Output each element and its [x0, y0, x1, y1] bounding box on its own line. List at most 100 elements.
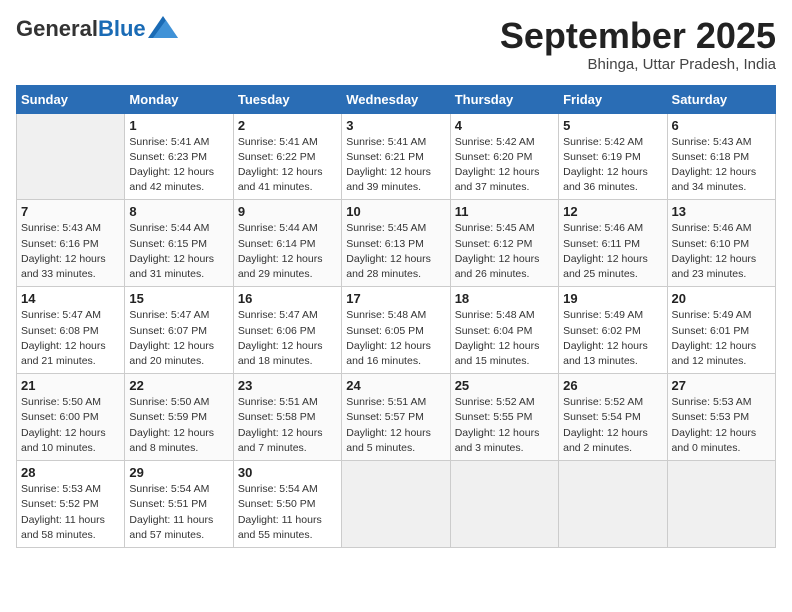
day-detail: Sunrise: 5:46 AM Sunset: 6:10 PM Dayligh…: [672, 221, 771, 282]
day-number: 25: [455, 378, 554, 393]
day-detail: Sunrise: 5:41 AM Sunset: 6:23 PM Dayligh…: [129, 135, 228, 196]
day-number: 22: [129, 378, 228, 393]
day-number: 1: [129, 118, 228, 133]
calendar-week-1: 1 Sunrise: 5:41 AM Sunset: 6:23 PM Daylig…: [17, 113, 776, 200]
day-detail: Sunrise: 5:53 AM Sunset: 5:52 PM Dayligh…: [21, 482, 120, 543]
calendar-cell: 19 Sunrise: 5:49 AM Sunset: 6:02 PM Dayli…: [559, 287, 667, 374]
calendar-week-5: 28 Sunrise: 5:53 AM Sunset: 5:52 PM Dayli…: [17, 461, 776, 548]
weekday-header-wednesday: Wednesday: [342, 85, 450, 113]
logo-icon: [148, 16, 178, 38]
calendar-cell: 25 Sunrise: 5:52 AM Sunset: 5:55 PM Dayli…: [450, 374, 558, 461]
calendar-cell: [559, 461, 667, 548]
calendar-cell: [450, 461, 558, 548]
calendar-cell: 30 Sunrise: 5:54 AM Sunset: 5:50 PM Dayli…: [233, 461, 341, 548]
calendar-cell: 22 Sunrise: 5:50 AM Sunset: 5:59 PM Dayli…: [125, 374, 233, 461]
calendar-cell: 4Sunrise: 5:42 AM Sunset: 6:20 PM Daylig…: [450, 113, 558, 200]
day-number: 30: [238, 465, 337, 480]
calendar-week-4: 21Sunrise: 5:50 AM Sunset: 6:00 PM Dayli…: [17, 374, 776, 461]
day-detail: Sunrise: 5:41 AM Sunset: 6:22 PM Dayligh…: [238, 135, 337, 196]
day-number: 18: [455, 291, 554, 306]
logo-general: General: [16, 16, 98, 42]
calendar-cell: 29 Sunrise: 5:54 AM Sunset: 5:51 PM Dayli…: [125, 461, 233, 548]
day-number: 7: [21, 204, 120, 219]
weekday-header-friday: Friday: [559, 85, 667, 113]
calendar-cell: 16Sunrise: 5:47 AM Sunset: 6:06 PM Dayli…: [233, 287, 341, 374]
day-detail: Sunrise: 5:48 AM Sunset: 6:04 PM Dayligh…: [455, 308, 554, 369]
day-number: 24: [346, 378, 445, 393]
day-detail: Sunrise: 5:47 AM Sunset: 6:08 PM Dayligh…: [21, 308, 120, 369]
weekday-header-sunday: Sunday: [17, 85, 125, 113]
day-number: 5: [563, 118, 662, 133]
day-detail: Sunrise: 5:42 AM Sunset: 6:19 PM Dayligh…: [563, 135, 662, 196]
calendar-cell: 5 Sunrise: 5:42 AM Sunset: 6:19 PM Daylig…: [559, 113, 667, 200]
day-detail: Sunrise: 5:50 AM Sunset: 5:59 PM Dayligh…: [129, 395, 228, 456]
day-number: 19: [563, 291, 662, 306]
calendar-cell: [342, 461, 450, 548]
month-title: September 2025: [500, 16, 776, 56]
day-detail: Sunrise: 5:53 AM Sunset: 5:53 PM Dayligh…: [672, 395, 771, 456]
day-number: 9: [238, 204, 337, 219]
day-detail: Sunrise: 5:47 AM Sunset: 6:06 PM Dayligh…: [238, 308, 337, 369]
weekday-header-thursday: Thursday: [450, 85, 558, 113]
day-number: 23: [238, 378, 337, 393]
calendar-cell: 18 Sunrise: 5:48 AM Sunset: 6:04 PM Dayli…: [450, 287, 558, 374]
calendar-cell: 15 Sunrise: 5:47 AM Sunset: 6:07 PM Dayli…: [125, 287, 233, 374]
calendar-cell: 10 Sunrise: 5:45 AM Sunset: 6:13 PM Dayli…: [342, 200, 450, 287]
calendar-cell: 2 Sunrise: 5:41 AM Sunset: 6:22 PM Daylig…: [233, 113, 341, 200]
day-number: 11: [455, 204, 554, 219]
calendar-cell: 7 Sunrise: 5:43 AM Sunset: 6:16 PM Daylig…: [17, 200, 125, 287]
calendar-cell: 20 Sunrise: 5:49 AM Sunset: 6:01 PM Dayli…: [667, 287, 775, 374]
calendar-cell: 27Sunrise: 5:53 AM Sunset: 5:53 PM Dayli…: [667, 374, 775, 461]
day-detail: Sunrise: 5:52 AM Sunset: 5:55 PM Dayligh…: [455, 395, 554, 456]
day-detail: Sunrise: 5:51 AM Sunset: 5:58 PM Dayligh…: [238, 395, 337, 456]
day-number: 15: [129, 291, 228, 306]
day-detail: Sunrise: 5:45 AM Sunset: 6:12 PM Dayligh…: [455, 221, 554, 282]
calendar-cell: [17, 113, 125, 200]
day-detail: Sunrise: 5:48 AM Sunset: 6:05 PM Dayligh…: [346, 308, 445, 369]
calendar-cell: [667, 461, 775, 548]
calendar-cell: 6 Sunrise: 5:43 AM Sunset: 6:18 PM Daylig…: [667, 113, 775, 200]
weekday-header-tuesday: Tuesday: [233, 85, 341, 113]
day-number: 20: [672, 291, 771, 306]
day-number: 2: [238, 118, 337, 133]
calendar-cell: 3 Sunrise: 5:41 AM Sunset: 6:21 PM Daylig…: [342, 113, 450, 200]
day-number: 29: [129, 465, 228, 480]
day-detail: Sunrise: 5:41 AM Sunset: 6:21 PM Dayligh…: [346, 135, 445, 196]
day-detail: Sunrise: 5:43 AM Sunset: 6:18 PM Dayligh…: [672, 135, 771, 196]
day-number: 26: [563, 378, 662, 393]
day-number: 14: [21, 291, 120, 306]
calendar-cell: 21Sunrise: 5:50 AM Sunset: 6:00 PM Dayli…: [17, 374, 125, 461]
title-block: September 2025 Bhinga, Uttar Pradesh, In…: [500, 16, 776, 73]
calendar-week-2: 7 Sunrise: 5:43 AM Sunset: 6:16 PM Daylig…: [17, 200, 776, 287]
day-detail: Sunrise: 5:47 AM Sunset: 6:07 PM Dayligh…: [129, 308, 228, 369]
day-number: 10: [346, 204, 445, 219]
day-number: 28: [21, 465, 120, 480]
day-detail: Sunrise: 5:51 AM Sunset: 5:57 PM Dayligh…: [346, 395, 445, 456]
logo: General Blue: [16, 16, 178, 42]
day-number: 3: [346, 118, 445, 133]
calendar-cell: 13Sunrise: 5:46 AM Sunset: 6:10 PM Dayli…: [667, 200, 775, 287]
calendar-cell: 17Sunrise: 5:48 AM Sunset: 6:05 PM Dayli…: [342, 287, 450, 374]
calendar-cell: 28 Sunrise: 5:53 AM Sunset: 5:52 PM Dayli…: [17, 461, 125, 548]
day-detail: Sunrise: 5:42 AM Sunset: 6:20 PM Dayligh…: [455, 135, 554, 196]
calendar-body: 1 Sunrise: 5:41 AM Sunset: 6:23 PM Daylig…: [17, 113, 776, 547]
day-detail: Sunrise: 5:49 AM Sunset: 6:01 PM Dayligh…: [672, 308, 771, 369]
calendar-cell: 14 Sunrise: 5:47 AM Sunset: 6:08 PM Dayli…: [17, 287, 125, 374]
calendar-cell: 24 Sunrise: 5:51 AM Sunset: 5:57 PM Dayli…: [342, 374, 450, 461]
day-detail: Sunrise: 5:54 AM Sunset: 5:50 PM Dayligh…: [238, 482, 337, 543]
day-detail: Sunrise: 5:50 AM Sunset: 6:00 PM Dayligh…: [21, 395, 120, 456]
calendar-cell: 8Sunrise: 5:44 AM Sunset: 6:15 PM Daylig…: [125, 200, 233, 287]
day-detail: Sunrise: 5:49 AM Sunset: 6:02 PM Dayligh…: [563, 308, 662, 369]
day-detail: Sunrise: 5:43 AM Sunset: 6:16 PM Dayligh…: [21, 221, 120, 282]
day-number: 12: [563, 204, 662, 219]
day-detail: Sunrise: 5:44 AM Sunset: 6:15 PM Dayligh…: [129, 221, 228, 282]
calendar-cell: 9Sunrise: 5:44 AM Sunset: 6:14 PM Daylig…: [233, 200, 341, 287]
day-detail: Sunrise: 5:45 AM Sunset: 6:13 PM Dayligh…: [346, 221, 445, 282]
day-detail: Sunrise: 5:46 AM Sunset: 6:11 PM Dayligh…: [563, 221, 662, 282]
day-detail: Sunrise: 5:54 AM Sunset: 5:51 PM Dayligh…: [129, 482, 228, 543]
day-number: 6: [672, 118, 771, 133]
calendar-header-row: SundayMondayTuesdayWednesdayThursdayFrid…: [17, 85, 776, 113]
logo-blue: Blue: [98, 16, 146, 42]
calendar-cell: 11 Sunrise: 5:45 AM Sunset: 6:12 PM Dayli…: [450, 200, 558, 287]
weekday-header-monday: Monday: [125, 85, 233, 113]
